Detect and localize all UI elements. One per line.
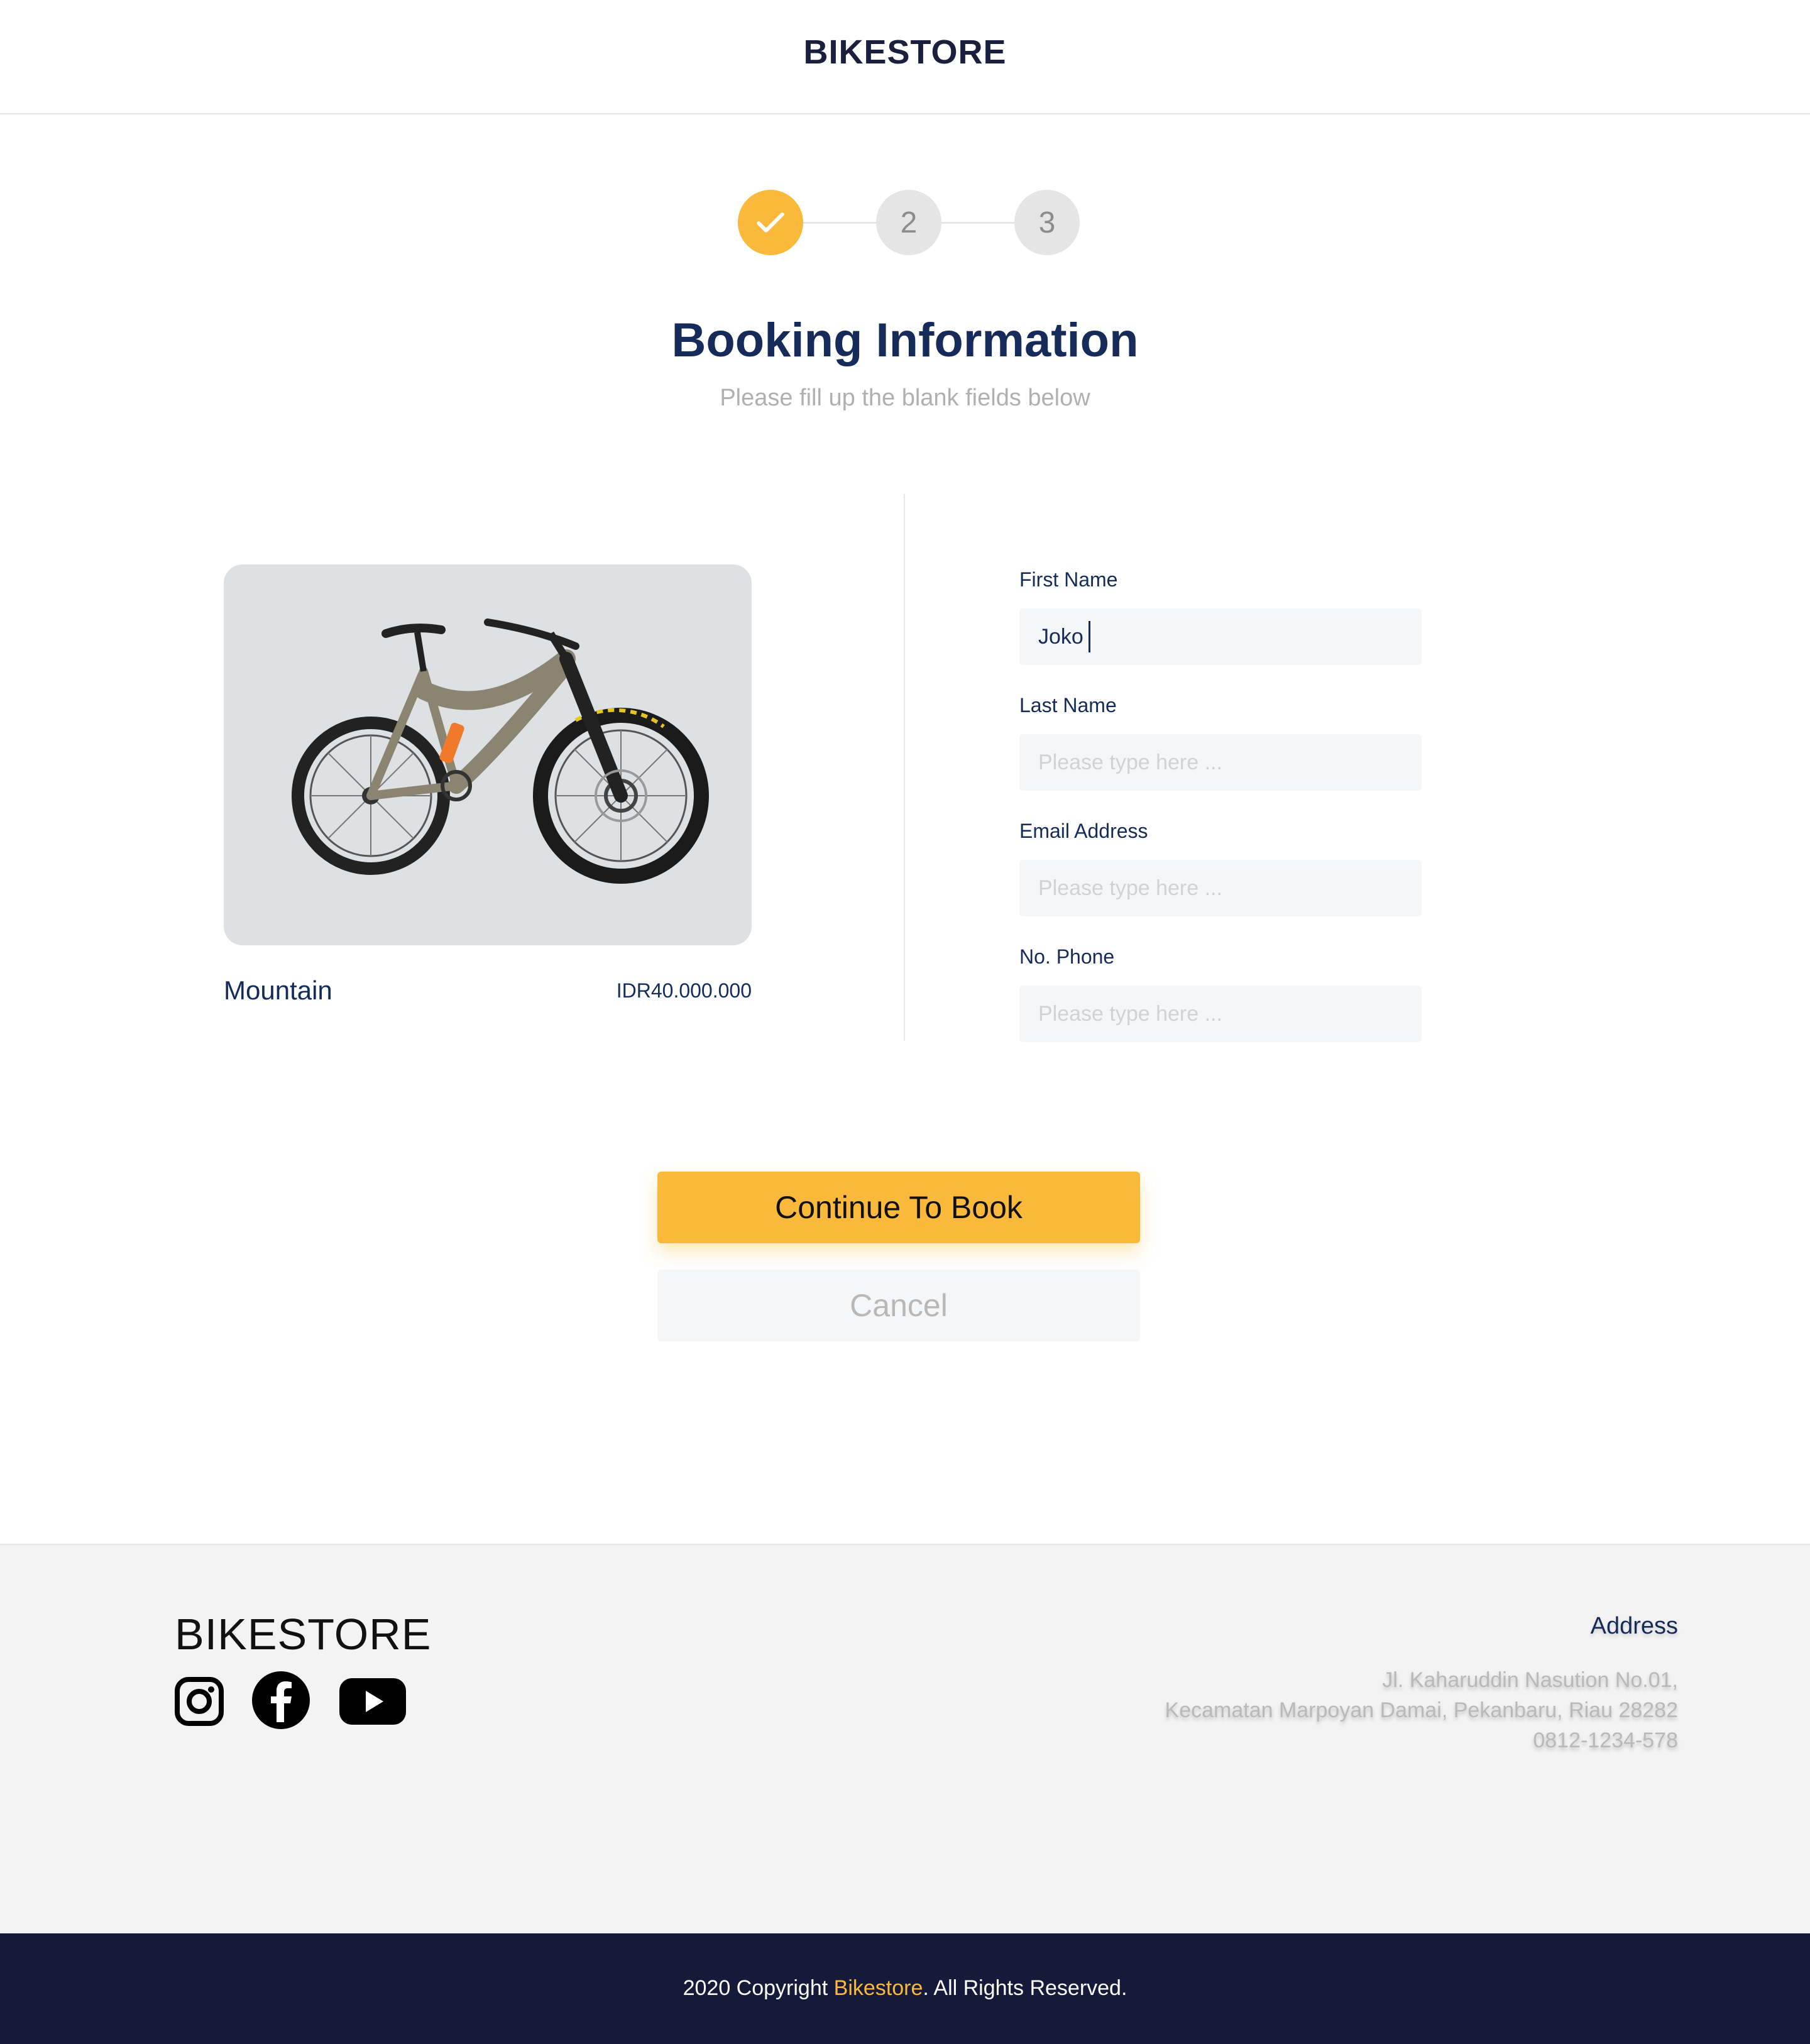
address-line-city: Kecamatan Marpoyan Damai, Pekanbaru, Ria… <box>1165 1698 1678 1722</box>
product-price: IDR40.000.000 <box>616 979 752 1002</box>
email-input[interactable] <box>1019 860 1422 916</box>
step-1-completed <box>738 190 803 255</box>
copyright-bar: 2020 Copyright Bikestore. All Rights Res… <box>0 1933 1810 2044</box>
first-name-label: First Name <box>1019 568 1118 591</box>
top-header: BIKESTORE <box>0 0 1810 114</box>
address-line-phone: 0812-1234-578 <box>1533 1728 1678 1752</box>
checkmark-icon <box>757 212 784 233</box>
page-title: Booking Information <box>671 314 1139 367</box>
email-label: Email Address <box>1019 820 1148 842</box>
step-3: 3 <box>1014 190 1080 255</box>
product-image-card <box>224 564 752 945</box>
instagram-icon[interactable] <box>175 1674 224 1727</box>
text-caret <box>1089 621 1090 652</box>
stepper-connector <box>941 222 1014 224</box>
brand-logo[interactable]: BIKESTORE <box>0 33 1810 72</box>
content-divider <box>904 494 905 1041</box>
page-subtitle: Please fill up the blank fields below <box>720 385 1090 411</box>
copyright-prefix: 2020 Copyright <box>683 1976 834 2000</box>
first-name-input[interactable] <box>1019 608 1422 665</box>
product-name: Mountain <box>224 975 332 1005</box>
address-line-street: Jl. Kaharuddin Nasution No.01, <box>1382 1668 1678 1692</box>
phone-label: No. Phone <box>1019 945 1115 968</box>
step-2: 2 <box>876 190 941 255</box>
footer-brand[interactable]: BIKESTORE <box>175 1609 431 1659</box>
footer: BIKESTORE Address Jl. Kaharuddin Nasutio… <box>0 1544 1810 1933</box>
copyright-suffix: . All Rights Reserved. <box>923 1976 1127 2000</box>
last-name-input[interactable] <box>1019 734 1422 791</box>
copyright-brand-link[interactable]: Bikestore <box>834 1976 923 2000</box>
stepper-connector <box>803 222 876 224</box>
continue-to-book-button[interactable]: Continue To Book <box>657 1172 1140 1243</box>
youtube-icon[interactable] <box>338 1674 407 1727</box>
cancel-button[interactable]: Cancel <box>657 1270 1140 1341</box>
phone-input[interactable] <box>1019 986 1422 1042</box>
copyright-text: 2020 Copyright Bikestore. All Rights Res… <box>0 1976 1810 2001</box>
last-name-label: Last Name <box>1019 694 1117 717</box>
booking-stepper: 2 3 <box>738 190 1080 255</box>
facebook-icon[interactable] <box>251 1671 310 1729</box>
address-title: Address <box>1590 1613 1678 1639</box>
mountain-bike-image <box>292 618 709 884</box>
